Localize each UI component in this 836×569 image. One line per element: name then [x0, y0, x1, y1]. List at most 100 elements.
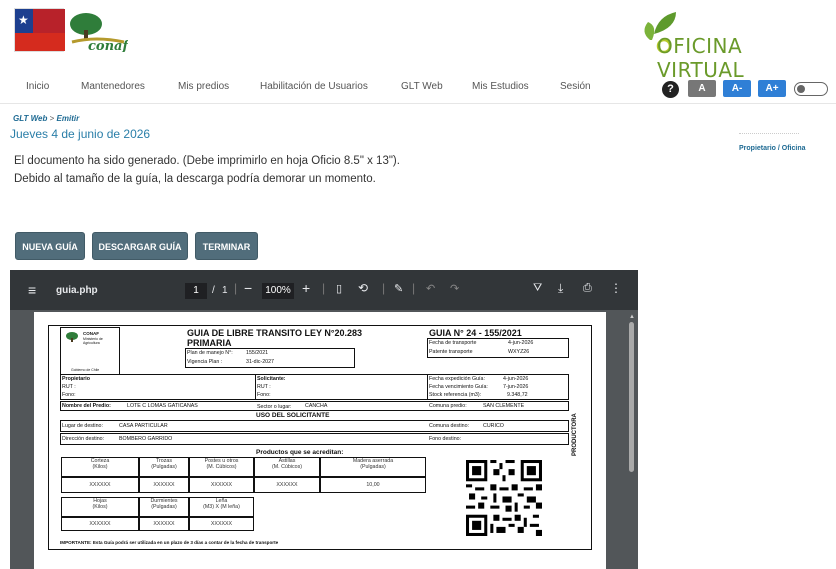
doc-uso-solicitante: USO DEL SOLICITANTE	[256, 412, 330, 419]
doc-predio-box: Nombre del Predio: LOTE C LOMAS GATICANA…	[60, 401, 569, 411]
zoom-input[interactable]: 100%	[262, 283, 294, 299]
producto-unit: (Pulgadas)	[360, 464, 386, 470]
message-generated: El documento ha sido generado. (Debe imp…	[14, 155, 400, 167]
print-icon[interactable]: ⎙	[583, 282, 592, 295]
doc-comuna-predio-value: SAN CLEMENTE	[483, 403, 525, 409]
breadcrumb: GLT Web > Emitir	[13, 114, 79, 123]
menu-icon[interactable]: ≡	[28, 282, 36, 298]
nav-mis-predios[interactable]: Mis predios	[178, 81, 229, 92]
producto-trozas-header: Trozas (Pulgadas)	[139, 457, 189, 477]
more-options-icon[interactable]: ⋮	[610, 281, 622, 295]
breadcrumb-glt-web[interactable]: GLT Web	[13, 114, 47, 123]
terminar-button[interactable]: TERMINAR	[195, 232, 258, 260]
producto-astillas-header: Astillas (M. Cúbicos)	[254, 457, 320, 477]
doc-fecha-transporte-value: 4-jun-2026	[508, 340, 534, 346]
conaf-logo[interactable]: conaf	[66, 10, 128, 52]
doc-direccion-destino-value: BOMBERO GARRIDO	[119, 436, 173, 442]
pdf-page: CONAF Ministerio de Agricultura Gobierno…	[34, 312, 606, 569]
doc-comuna-destino-value: CURICO	[483, 423, 504, 429]
producto-corteza-header: Corteza (Kilos)	[61, 457, 139, 477]
doc-title: GUIA DE LIBRE TRANSITO LEY N°20.283	[187, 328, 362, 338]
zoom-out-icon[interactable]: −	[244, 280, 252, 296]
contrast-toggle[interactable]	[794, 82, 828, 96]
font-normal-button[interactable]: A	[688, 80, 716, 97]
producto-durmientes-header: Durmientes (Pulgadas)	[139, 497, 189, 517]
current-date: Jueves 4 de junio de 2026	[10, 127, 151, 141]
page-total: 1	[222, 285, 228, 296]
pdf-viewer[interactable]: ≡ guia.php 1 / 1 | − 100% + | ▯ ⟲ | ✎ | …	[10, 270, 638, 569]
font-larger-button[interactable]: A+	[758, 80, 786, 97]
annotate-icon[interactable]: ✎	[394, 282, 403, 295]
doc-subtitle: PRIMARIA	[187, 338, 232, 348]
fit-page-icon[interactable]: ▯	[336, 282, 342, 295]
producto-hojas-header: Hojas (Kilos)	[61, 497, 139, 517]
producto-lena-value: XXXXXX	[189, 517, 254, 531]
font-smaller-button[interactable]: A-	[723, 80, 751, 97]
redo-icon[interactable]: ↷	[450, 282, 459, 295]
doc-direccion-box: Dirección destino: BOMBERO GARRIDO Fono …	[60, 433, 569, 445]
producto-hojas-value: XXXXXX	[61, 517, 139, 531]
doc-productora: PRODUCTORA	[572, 413, 578, 456]
doc-solicitante-label: Solicitante:	[257, 376, 286, 382]
doc-direccion-destino-label: Dirección destino:	[62, 436, 105, 442]
doc-guia-number: GUIA N° 24 - 155/2021	[429, 328, 522, 338]
undo-icon[interactable]: ↶	[426, 282, 435, 295]
doc-fono-label: Fono:	[62, 392, 76, 398]
gobierno-logo[interactable]: ★	[14, 8, 65, 52]
doc-fecha-expedicion-label: Fecha expedición Guía:	[429, 376, 485, 382]
page-separator: /	[212, 285, 215, 296]
producto-postes-value: XXXXXX	[189, 477, 254, 493]
doc-sector-value: CANCHA	[305, 403, 328, 409]
doc-plan-box: Plan de manejo N°: 155/2021 Vigencia Pla…	[185, 348, 355, 368]
producto-corteza-value: XXXXXX	[61, 477, 139, 493]
download-icon[interactable]: ⤓	[558, 281, 563, 296]
doc-nombre-predio-value: LOTE C LOMAS GATICANAS	[127, 403, 198, 409]
doc-lugar-destino-value: CASA PARTICULAR	[119, 423, 168, 429]
producto-postes-header: Postes u otros (M. Cúbicos)	[189, 457, 254, 477]
doc-fecha-vencimiento-value: 7-jun-2026	[503, 384, 529, 390]
producto-unit: (Pulgadas)	[151, 504, 177, 510]
doc-logo-box: CONAF Ministerio de Agricultura Gobierno…	[60, 327, 120, 375]
nav-sesion[interactable]: Sesión	[560, 81, 591, 92]
doc-fecha-expedicion-value: 4-jun-2026	[503, 376, 529, 382]
doc-parties-box: Propietario RUT : Fono: Solicitante: RUT…	[60, 374, 569, 400]
toolbar-divider: |	[234, 281, 238, 295]
producto-unit: (Pulgadas)	[151, 464, 177, 470]
doc-destino-box: Lugar de destino: CASA PARTICULAR Comuna…	[60, 420, 569, 432]
rotate-icon[interactable]: ⟲	[358, 281, 368, 295]
doc-fecha-transporte-label: Fecha de transporte	[429, 340, 477, 346]
doc-logo-label: CONAF	[83, 331, 99, 336]
producto-unit: (M3) X (M leña)	[203, 504, 240, 510]
page-number-input[interactable]: 1	[185, 283, 207, 299]
user-role: Propietario / Oficina	[739, 145, 806, 152]
nav-inicio[interactable]: Inicio	[26, 81, 49, 92]
doc-productos-title: Productos que se acreditan:	[256, 449, 344, 456]
producto-unit: (Kilos)	[92, 504, 108, 510]
drive-icon[interactable]: ⛛	[533, 282, 542, 295]
nueva-guia-button[interactable]: NUEVA GUÍA	[15, 232, 85, 260]
nav-mis-estudios[interactable]: Mis Estudios	[472, 81, 529, 92]
nav-glt-web[interactable]: GLT Web	[401, 81, 443, 92]
pdf-scrollbar[interactable]	[627, 312, 636, 569]
producto-astillas-value: XXXXXX	[254, 477, 320, 493]
breadcrumb-emitir[interactable]: Emitir	[57, 114, 80, 123]
zoom-in-icon[interactable]: +	[302, 280, 310, 296]
nav-mantenedores[interactable]: Mantenedores	[81, 81, 145, 92]
scroll-up-icon[interactable]: ▲	[629, 314, 635, 320]
producto-madera-header: Madera aserrada (Pulgadas)	[320, 457, 426, 477]
doc-sector-label: Sector o lugar:	[257, 404, 292, 410]
doc-plan-value: 155/2021	[246, 350, 269, 356]
doc-solicitante-fono-label: Fono:	[257, 392, 271, 398]
doc-rut-label: RUT :	[62, 384, 76, 390]
producto-durmientes-value: XXXXXX	[139, 517, 189, 531]
help-icon[interactable]: ?	[662, 81, 679, 98]
producto-unit: (Kilos)	[92, 464, 108, 470]
svg-text:conaf: conaf	[88, 39, 128, 52]
producto-lena-header: Leña (M3) X (M leña)	[189, 497, 254, 517]
doc-transporte-box: Fecha de transporte 4-jun-2026 Patente t…	[427, 338, 569, 358]
doc-comuna-predio-label: Comuna predio:	[429, 403, 467, 409]
doc-fono-destino-label: Fono destino:	[429, 436, 462, 442]
nav-habilitacion-usuarios[interactable]: Habilitación de Usuarios	[260, 81, 368, 92]
descargar-guia-button[interactable]: DESCARGAR GUÍA	[92, 232, 188, 260]
doc-comuna-destino-label: Comuna destino:	[429, 423, 470, 429]
